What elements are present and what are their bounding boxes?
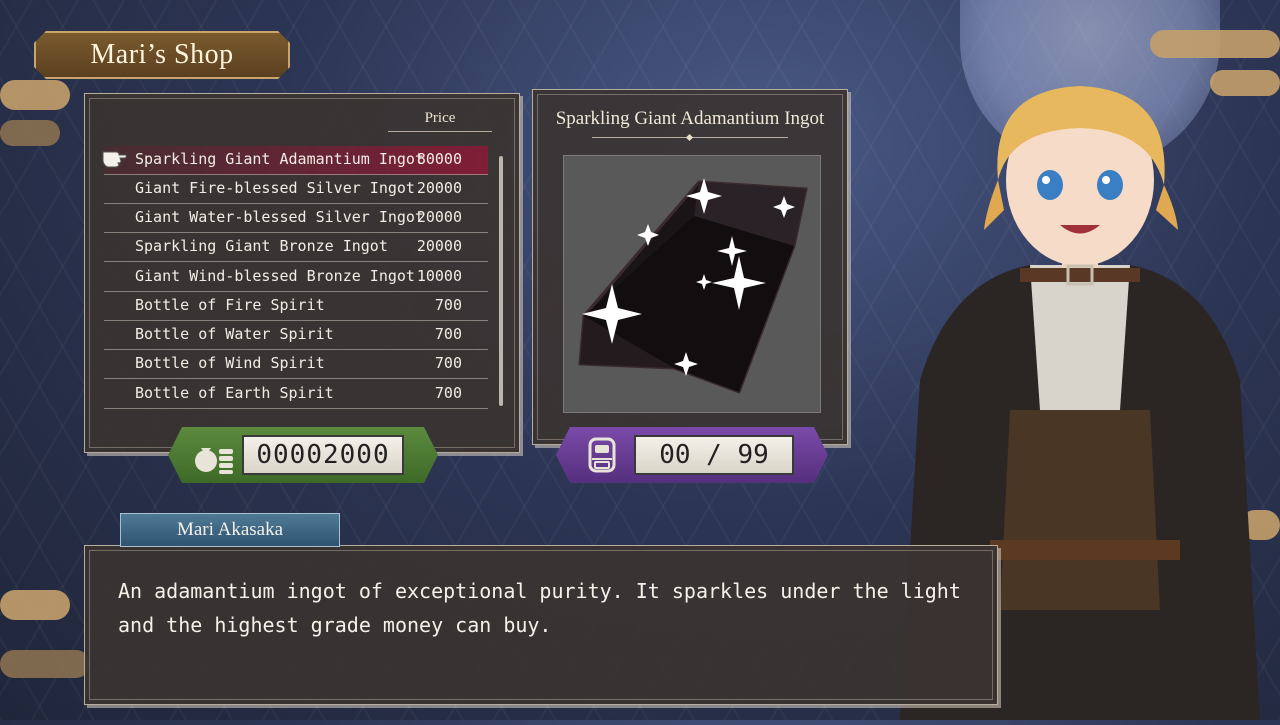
item-price: 20000 bbox=[416, 208, 462, 226]
list-item[interactable]: Giant Water-blessed Silver Ingot 20000 bbox=[104, 204, 488, 233]
inventory-counter: 00 / 99 bbox=[556, 427, 828, 483]
item-price: 700 bbox=[434, 384, 462, 402]
list-item[interactable]: Sparkling Giant Adamantium Ingot 80000 bbox=[102, 146, 488, 175]
list-item[interactable]: Bottle of Wind Spirit 700 bbox=[104, 350, 488, 379]
item-description-text: An adamantium ingot of exceptional purit… bbox=[118, 579, 961, 637]
cloud-decoration bbox=[0, 120, 60, 146]
item-price: 10000 bbox=[416, 267, 462, 285]
price-column-header: Price bbox=[388, 110, 492, 132]
item-price: 20000 bbox=[416, 237, 462, 255]
item-name: Giant Fire-blessed Silver Ingot bbox=[135, 179, 415, 197]
item-price: 700 bbox=[434, 325, 462, 343]
cloud-decoration bbox=[0, 650, 90, 678]
item-name: Bottle of Earth Spirit bbox=[135, 384, 334, 402]
item-price: 700 bbox=[434, 354, 462, 372]
backpack-icon bbox=[580, 435, 624, 475]
money-value: 00002000 bbox=[242, 435, 404, 475]
cloud-decoration bbox=[0, 590, 70, 620]
item-name: Bottle of Fire Spirit bbox=[135, 296, 325, 314]
item-price: 700 bbox=[434, 296, 462, 314]
item-name: Sparkling Giant Bronze Ingot bbox=[135, 237, 388, 255]
item-name: Bottle of Wind Spirit bbox=[135, 354, 325, 372]
adamantium-ingot-icon bbox=[578, 178, 808, 394]
list-scrollbar[interactable] bbox=[499, 156, 503, 406]
cloud-decoration bbox=[0, 80, 70, 110]
list-item[interactable]: Sparkling Giant Bronze Ingot 20000 bbox=[104, 233, 488, 262]
item-price: 80000 bbox=[416, 150, 462, 168]
money-counter: 00002000 bbox=[168, 427, 438, 483]
item-name: Sparkling Giant Adamantium Ingot bbox=[135, 150, 424, 168]
list-item[interactable]: Bottle of Earth Spirit 700 bbox=[104, 380, 488, 409]
list-item[interactable]: Giant Wind-blessed Bronze Ingot 10000 bbox=[104, 263, 488, 292]
speaker-name-tab: Mari Akasaka bbox=[120, 513, 340, 547]
item-name: Giant Wind-blessed Bronze Ingot bbox=[135, 267, 415, 285]
money-bag-icon bbox=[192, 435, 236, 475]
inventory-value: 00 / 99 bbox=[634, 435, 794, 475]
item-name: Bottle of Water Spirit bbox=[135, 325, 334, 343]
item-preview-image bbox=[563, 155, 821, 413]
shop-title-plate: Mari’s Shop bbox=[34, 31, 290, 79]
detail-item-name: Sparkling Giant Adamantium Ingot bbox=[555, 108, 825, 129]
list-item[interactable]: Bottle of Fire Spirit 700 bbox=[104, 292, 488, 321]
item-price: 20000 bbox=[416, 179, 462, 197]
list-item[interactable]: Bottle of Water Spirit 700 bbox=[104, 321, 488, 350]
shop-title: Mari’s Shop bbox=[90, 39, 234, 70]
list-item[interactable]: Giant Fire-blessed Silver Ingot 20000 bbox=[104, 175, 488, 204]
pointing-hand-cursor-icon bbox=[102, 151, 127, 168]
item-name: Giant Water-blessed Silver Ingot bbox=[135, 208, 424, 226]
